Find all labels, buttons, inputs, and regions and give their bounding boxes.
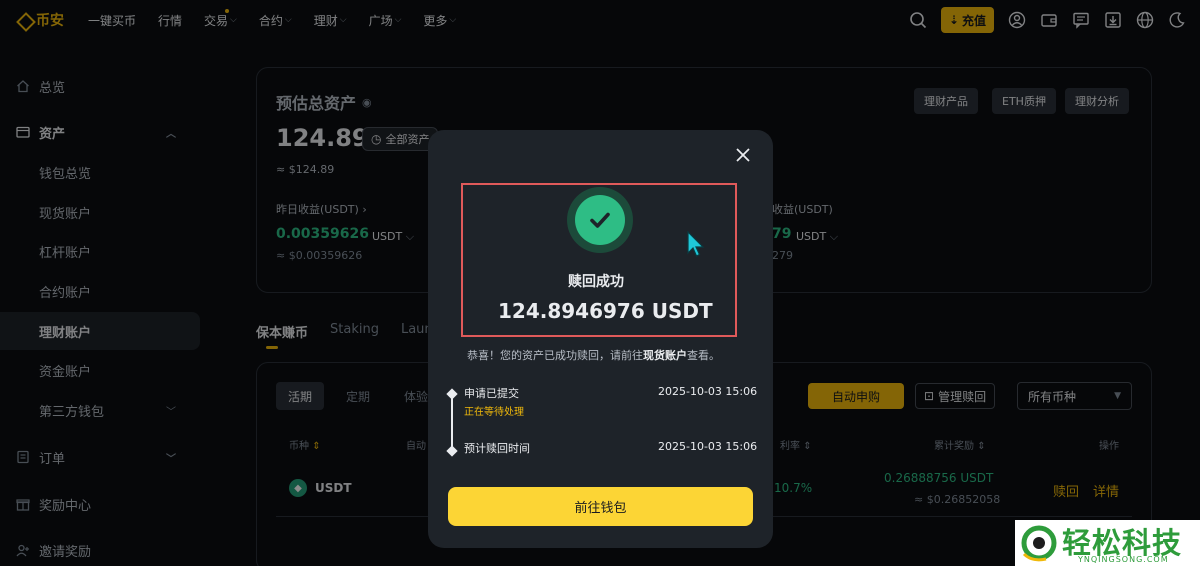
success-title: 赎回成功	[568, 274, 624, 290]
step-submitted-status: 正在等待处理	[464, 407, 524, 418]
step-submitted-time: 2025-10-03 15:06	[658, 385, 758, 398]
go-to-wallet-button[interactable]: 前往钱包	[448, 487, 753, 526]
watermark-logo-icon	[1021, 525, 1057, 562]
success-message: 恭喜！您的资产已成功赎回，请前往现货账户查看。	[467, 349, 720, 362]
checkmark-icon	[575, 195, 625, 245]
step-submitted-label: 申请已提交	[464, 387, 519, 400]
timeline-line	[451, 394, 453, 452]
spot-account-link[interactable]: 现货账户	[643, 349, 687, 362]
step-expected-label: 预计赎回时间	[464, 442, 530, 455]
watermark-subtext: YNQINGSONG.COM	[1078, 555, 1169, 564]
close-icon[interactable]	[732, 144, 754, 166]
mouse-cursor-icon	[687, 231, 705, 257]
success-icon	[567, 187, 633, 253]
redeemed-amount: 124.8946976 USDT	[498, 299, 713, 323]
step-expected-time: 2025-10-03 15:06	[658, 440, 758, 453]
